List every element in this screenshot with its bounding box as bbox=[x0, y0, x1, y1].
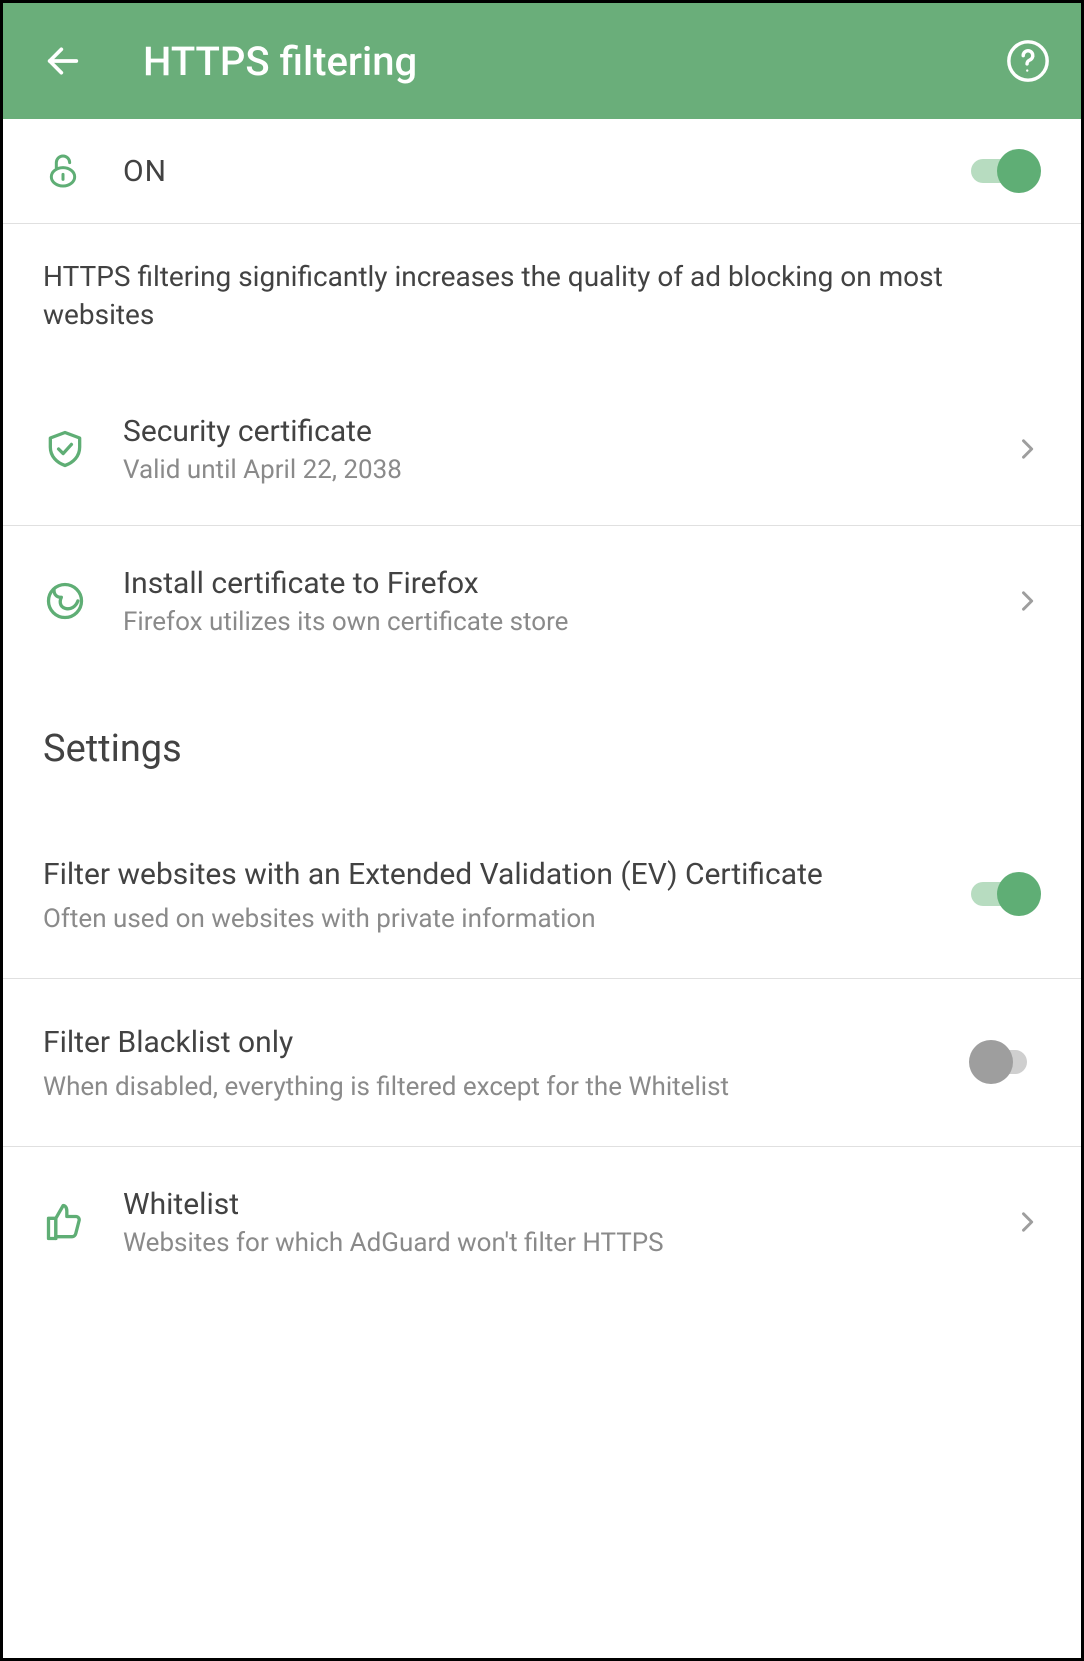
chevron-right-icon bbox=[1013, 435, 1041, 463]
arrow-left-icon bbox=[43, 41, 83, 81]
install-firefox-cert-title: Install certificate to Firefox bbox=[123, 566, 1013, 601]
https-filtering-state-label: ON bbox=[123, 154, 969, 189]
ev-filter-subtitle: Often used on websites with private info… bbox=[43, 904, 949, 934]
firefox-icon bbox=[43, 579, 123, 623]
info-text: HTTPS filtering significantly increases … bbox=[3, 224, 1081, 374]
shield-check-icon bbox=[43, 427, 123, 471]
ev-filter-toggle[interactable] bbox=[969, 872, 1041, 916]
chevron-right-icon bbox=[1013, 1208, 1041, 1236]
blacklist-only-subtitle: When disabled, everything is filtered ex… bbox=[43, 1072, 949, 1102]
settings-heading: Settings bbox=[3, 677, 1081, 811]
ev-filter-title: Filter websites with an Extended Validat… bbox=[43, 855, 949, 894]
security-certificate-row[interactable]: Security certificate Valid until April 2… bbox=[3, 374, 1081, 526]
security-certificate-subtitle: Valid until April 22, 2038 bbox=[123, 455, 1013, 485]
app-header: HTTPS filtering bbox=[3, 3, 1081, 119]
whitelist-title: Whitelist bbox=[123, 1187, 1013, 1222]
whitelist-subtitle: Websites for which AdGuard won't filter … bbox=[123, 1228, 1013, 1258]
blacklist-only-title: Filter Blacklist only bbox=[43, 1023, 949, 1062]
https-filtering-toggle-row[interactable]: ON bbox=[3, 119, 1081, 224]
chevron-right-icon bbox=[1013, 587, 1041, 615]
back-button[interactable] bbox=[43, 41, 83, 81]
security-certificate-title: Security certificate bbox=[123, 414, 1013, 449]
thumbs-up-icon bbox=[43, 1200, 123, 1244]
help-button[interactable] bbox=[1005, 38, 1051, 84]
blacklist-only-row[interactable]: Filter Blacklist only When disabled, eve… bbox=[3, 979, 1081, 1147]
lock-icon bbox=[43, 151, 123, 191]
whitelist-row[interactable]: Whitelist Websites for which AdGuard won… bbox=[3, 1147, 1081, 1298]
page-title: HTTPS filtering bbox=[143, 38, 945, 85]
help-icon bbox=[1005, 38, 1051, 84]
blacklist-only-toggle[interactable] bbox=[969, 1040, 1041, 1084]
ev-filter-row[interactable]: Filter websites with an Extended Validat… bbox=[3, 811, 1081, 979]
install-firefox-cert-row[interactable]: Install certificate to Firefox Firefox u… bbox=[3, 526, 1081, 677]
install-firefox-cert-subtitle: Firefox utilizes its own certificate sto… bbox=[123, 607, 1013, 637]
https-filtering-toggle[interactable] bbox=[969, 149, 1041, 193]
